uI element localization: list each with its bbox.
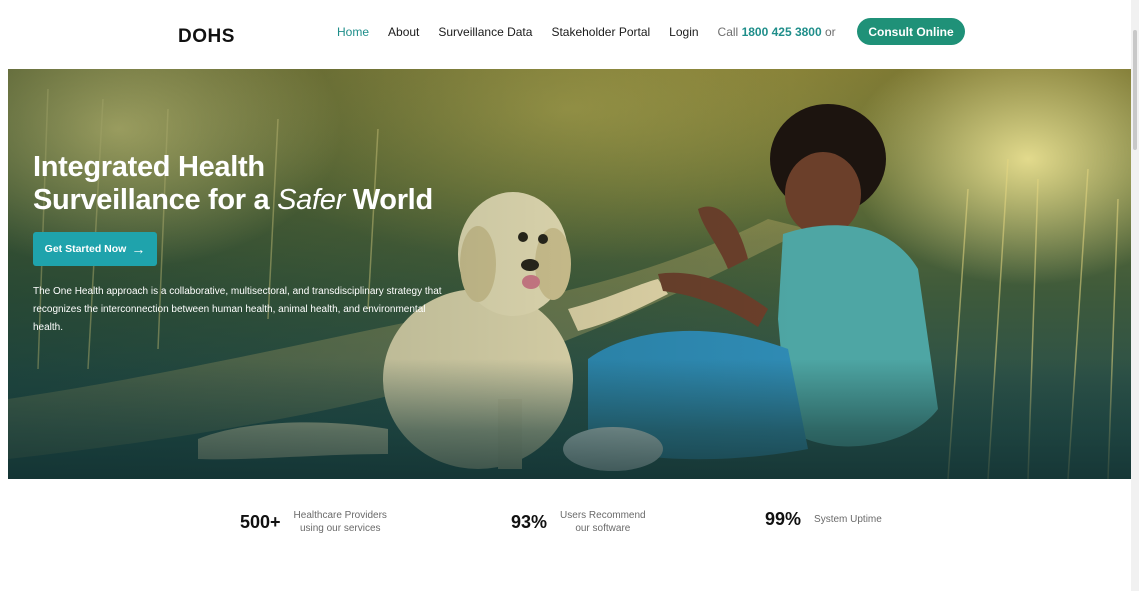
nav-link-surveillance-data[interactable]: Surveillance Data: [438, 25, 532, 39]
scrollbar-thumb[interactable]: [1133, 30, 1137, 150]
top-navbar: DOHS Home About Surveillance Data Stakeh…: [0, 0, 1139, 68]
hero-foreground: [8, 359, 1135, 479]
stat-uptime: 99% System Uptime: [765, 509, 882, 530]
stat-number: 93%: [511, 511, 548, 532]
call-number[interactable]: 1800 425 3800: [742, 25, 822, 39]
nav-link-about[interactable]: About: [388, 25, 419, 39]
hero-description: The One Health approach is a collaborati…: [33, 286, 442, 333]
stat-label-line1: System Uptime: [814, 514, 882, 525]
nav-link-stakeholder-portal[interactable]: Stakeholder Portal: [551, 25, 650, 39]
hero-banner: Integrated Health Surveillance for a Saf…: [8, 69, 1135, 479]
site-logo[interactable]: DOHS: [178, 26, 235, 48]
stat-label: Healthcare Providers using our services: [294, 509, 387, 535]
get-started-button[interactable]: Get Started Now →: [33, 232, 157, 266]
stat-number: 99%: [765, 509, 802, 529]
stat-providers: 500+ Healthcare Providers using our serv…: [240, 509, 387, 535]
nav-link-login[interactable]: Login: [669, 25, 698, 39]
page-scrollbar[interactable]: [1131, 0, 1139, 591]
hero-title-emphasis: Safer: [277, 184, 345, 216]
stat-label-line2: using our services: [299, 523, 381, 534]
hero-title-line2-start: Surveillance for a: [33, 184, 270, 216]
consult-online-button[interactable]: Consult Online: [857, 18, 965, 45]
stat-label-line1: Healthcare Providers: [293, 510, 387, 521]
stat-label-line1: Users Recommend: [560, 510, 646, 521]
stat-label-line2: our software: [575, 523, 631, 534]
stat-recommend: 93% Users Recommend our software: [511, 509, 646, 535]
get-started-label: Get Started Now: [44, 243, 127, 255]
nav-links: Home About Surveillance Data Stakeholder…: [337, 25, 836, 39]
stat-number: 500+: [240, 511, 281, 532]
hero-title-line1: Integrated Health: [33, 151, 265, 183]
hero-title: Integrated Health Surveillance for a Saf…: [33, 151, 433, 217]
call-prefix: Call: [717, 25, 739, 39]
stat-label: System Uptime: [814, 513, 882, 526]
nav-link-home[interactable]: Home: [337, 25, 369, 39]
hero-title-line2-end: World: [352, 184, 433, 216]
stat-label: Users Recommend our software: [560, 509, 646, 535]
call-suffix: or: [825, 25, 836, 39]
call-info: Call 1800 425 3800 or: [718, 25, 836, 39]
stats-section: 500+ Healthcare Providers using our serv…: [0, 479, 1131, 591]
arrow-right-icon: →: [131, 241, 146, 257]
